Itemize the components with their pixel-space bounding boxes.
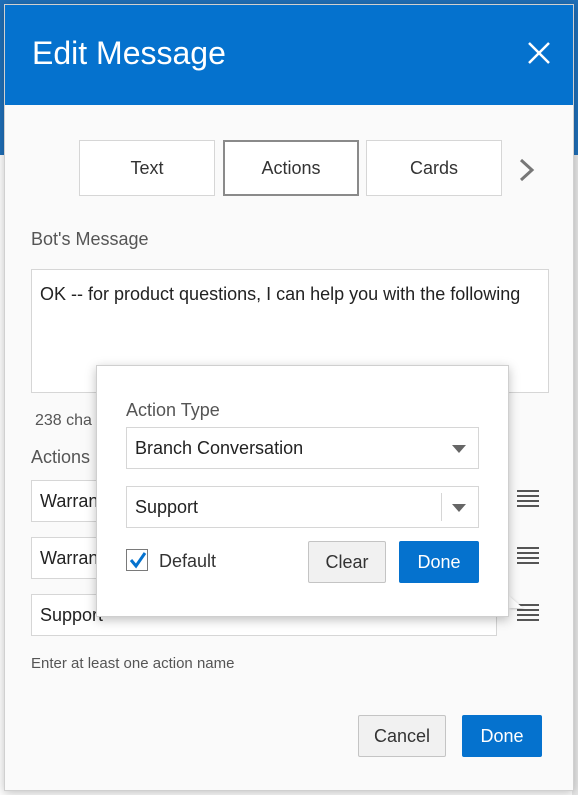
caret-down-icon <box>452 504 466 512</box>
select-divider <box>441 493 442 521</box>
hamburger-icon[interactable] <box>517 490 539 512</box>
close-button[interactable] <box>523 37 555 69</box>
actions-hint: Enter at least one action name <box>31 655 235 672</box>
default-checkbox[interactable] <box>126 549 148 571</box>
cancel-button[interactable]: Cancel <box>358 715 446 757</box>
clear-button[interactable]: Clear <box>308 541 386 583</box>
action-type-label: Action Type <box>126 400 220 420</box>
actions-label: Actions <box>31 447 91 467</box>
popover-done-button[interactable]: Done <box>399 541 479 583</box>
action-popover: Action Type Branch Conversation Support … <box>96 365 509 617</box>
character-count: 238 cha <box>35 412 92 429</box>
dialog-done-button[interactable]: Done <box>462 715 542 757</box>
close-icon <box>528 42 550 64</box>
popover-arrow <box>509 596 523 608</box>
chevron-right-icon <box>519 158 535 182</box>
action-type-value: Branch Conversation <box>135 437 304 458</box>
dialog-title: Edit Message <box>32 35 226 71</box>
tabs-next-button[interactable] <box>515 155 539 185</box>
target-select[interactable]: Support <box>126 486 479 528</box>
hamburger-icon[interactable] <box>517 547 539 569</box>
target-value: Support <box>135 496 199 517</box>
tab-cards[interactable]: Cards <box>366 140 502 196</box>
tab-text[interactable]: Text <box>79 140 215 196</box>
tab-actions[interactable]: Actions <box>223 140 359 196</box>
caret-down-icon <box>452 445 466 453</box>
action-type-select[interactable]: Branch Conversation <box>126 427 479 469</box>
checkmark-icon <box>129 552 147 569</box>
bot-message-label: Bot's Message <box>31 229 149 249</box>
default-label: Default <box>159 551 217 571</box>
dialog-header: Edit Message <box>5 5 573 105</box>
